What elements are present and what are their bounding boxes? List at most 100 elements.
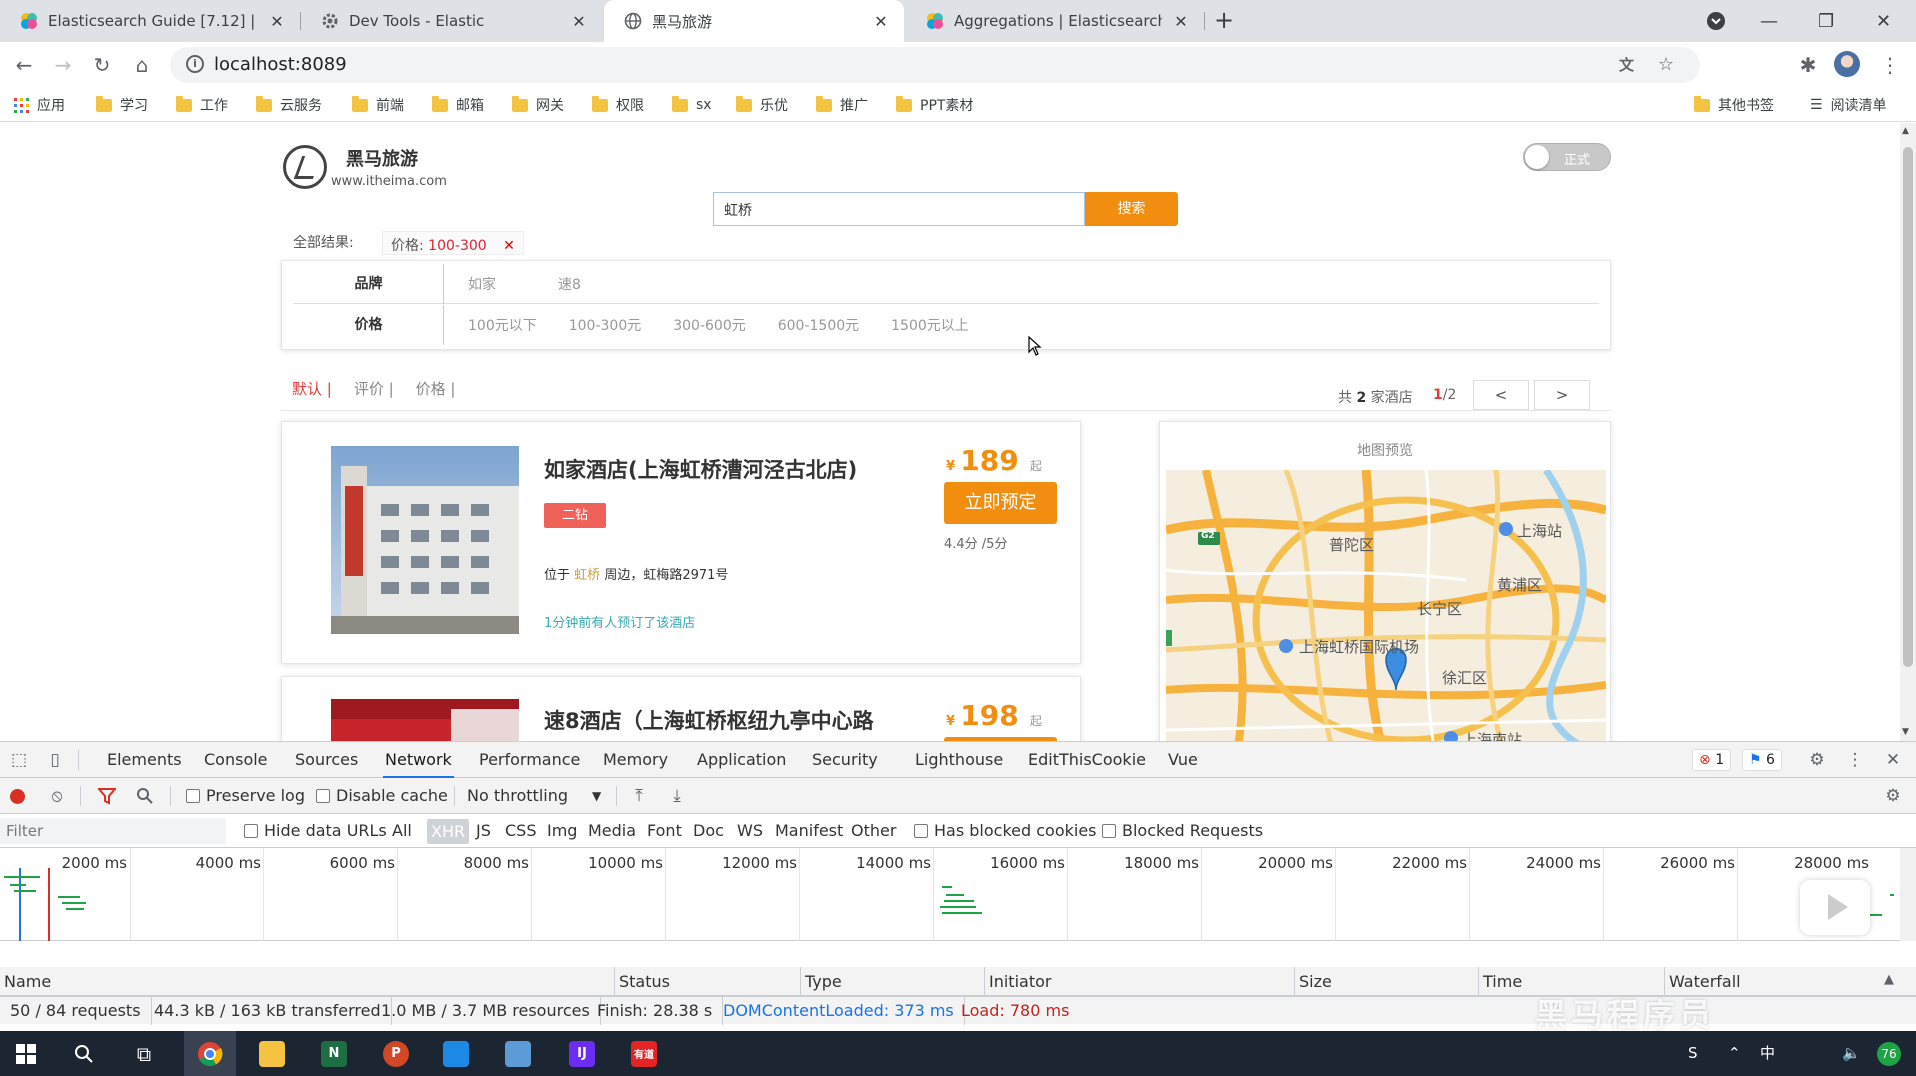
chrome-icon[interactable]	[184, 1031, 236, 1076]
bookmark-other[interactable]: 其他书签	[1694, 88, 1774, 122]
col-initiator[interactable]: Initiator	[984, 967, 1294, 996]
windows-start-icon[interactable]	[0, 1031, 52, 1076]
bookmark-folder[interactable]: 权限	[592, 88, 644, 122]
preserve-log-checkbox[interactable]: Preserve log	[186, 778, 305, 814]
bookmark-folder[interactable]: 邮箱	[432, 88, 484, 122]
import-har-icon[interactable]: ⤒	[624, 778, 654, 814]
page-scrollbar[interactable]: ▲ ▼	[1900, 123, 1916, 741]
type-filter-ws[interactable]: WS	[737, 814, 763, 848]
col-status[interactable]: Status	[614, 967, 800, 996]
video-play-icon[interactable]	[1800, 880, 1870, 935]
tab-close-icon[interactable]: ✕	[570, 12, 588, 31]
home-icon[interactable]: ⌂	[124, 42, 160, 88]
col-type[interactable]: Type	[800, 967, 984, 996]
tab-close-icon[interactable]: ✕	[268, 12, 286, 31]
forward-arrow-icon[interactable]: →	[45, 42, 81, 88]
blocked-requests-checkbox[interactable]: Blocked Requests	[1102, 814, 1263, 848]
type-filter-media[interactable]: Media	[588, 814, 636, 848]
clear-icon[interactable]: ⦸	[42, 778, 72, 814]
ime-indicator[interactable]: 中	[1760, 1031, 1775, 1076]
bookmark-folder[interactable]: 学习	[96, 88, 148, 122]
bookmark-folder[interactable]: 工作	[176, 88, 228, 122]
bookmark-folder[interactable]: PPT素材	[896, 88, 973, 122]
bookmark-folder[interactable]: 前端	[352, 88, 404, 122]
maximize-icon[interactable]: ❐	[1818, 0, 1848, 42]
filter-option[interactable]: 1500元以上	[891, 315, 969, 335]
col-name[interactable]: Name	[0, 967, 614, 996]
devtools-tab-security[interactable]: Security	[812, 742, 878, 778]
col-size[interactable]: Size	[1294, 967, 1478, 996]
translate-icon[interactable]: 文	[1619, 54, 1634, 75]
browser-tab-elastic-guide[interactable]: Elasticsearch Guide [7.12] | Ela ✕	[0, 0, 300, 42]
error-count-badge[interactable]: ⊗ 1	[1692, 749, 1732, 771]
devtools-tab-editthiscookie[interactable]: EditThisCookie	[1028, 742, 1146, 778]
devtools-close-icon[interactable]: ✕	[1878, 742, 1908, 778]
tray-app-icon[interactable]: S	[1688, 1031, 1698, 1076]
sort-price[interactable]: 价格 |	[416, 378, 456, 399]
hotel-name[interactable]: 如家酒店(上海虹桥漕河泾古北店)	[544, 454, 857, 484]
search-input[interactable]: 虹桥	[713, 192, 1085, 226]
powerpoint-icon[interactable]: P	[370, 1031, 422, 1076]
scroll-thumb[interactable]	[1903, 147, 1913, 667]
hotel-name[interactable]: 速8酒店（上海虹桥枢纽九亭中心路	[544, 705, 874, 735]
type-filter-doc[interactable]: Doc	[693, 814, 724, 848]
notification-badge[interactable]: 76	[1877, 1042, 1901, 1066]
tray-chevron-icon[interactable]: ⌃	[1728, 1031, 1741, 1076]
tab-close-icon[interactable]: ✕	[1172, 12, 1190, 31]
bookmark-star-icon[interactable]: ☆	[1658, 54, 1674, 75]
next-page-button[interactable]: >	[1534, 380, 1590, 410]
file-explorer-icon[interactable]	[246, 1031, 298, 1076]
youdao-icon[interactable]: 有道	[618, 1031, 670, 1076]
message-count-badge[interactable]: ⚑ 6	[1742, 749, 1782, 771]
type-filter-css[interactable]: CSS	[505, 814, 536, 848]
bookmark-apps[interactable]: 应用	[14, 88, 65, 122]
network-overview-timeline[interactable]: 2000 ms 4000 ms 6000 ms 8000 ms 10000 ms…	[0, 848, 1900, 941]
vm-app-icon[interactable]	[430, 1031, 482, 1076]
export-har-icon[interactable]: ⤓	[662, 778, 692, 814]
filter-option[interactable]: 100-300元	[569, 315, 642, 335]
search-icon[interactable]	[130, 778, 160, 814]
type-filter-other[interactable]: Other	[851, 814, 896, 848]
devtools-tab-memory[interactable]: Memory	[603, 742, 668, 778]
filter-option[interactable]: 如家	[468, 274, 496, 294]
intellij-icon[interactable]: IJ	[556, 1031, 608, 1076]
devtools-tab-vue[interactable]: Vue	[1168, 742, 1198, 778]
tab-close-icon[interactable]: ✕	[872, 12, 890, 31]
devtools-tab-sources[interactable]: Sources	[295, 742, 358, 778]
devtools-tab-application[interactable]: Application	[697, 742, 786, 778]
network-settings-gear-icon[interactable]: ⚙	[1878, 778, 1908, 814]
has-blocked-cookies-checkbox[interactable]: Has blocked cookies	[914, 814, 1097, 848]
search-button[interactable]: 搜索	[1085, 192, 1178, 226]
type-filter-font[interactable]: Font	[647, 814, 682, 848]
browser-tab-dev-tools[interactable]: Dev Tools - Elastic ✕	[301, 0, 602, 42]
chip-remove-icon[interactable]: ✕	[503, 238, 515, 254]
devtools-tab-network[interactable]: Network	[383, 742, 454, 778]
bookmark-folder[interactable]: 推广	[816, 88, 868, 122]
devtools-tab-console[interactable]: Console	[204, 742, 268, 778]
reading-list[interactable]: ☰ 阅读清单	[1810, 88, 1887, 122]
device-toolbar-icon[interactable]: ▯	[40, 742, 70, 778]
disable-cache-checkbox[interactable]: Disable cache	[316, 778, 448, 814]
throttling-select[interactable]: No throttling ▼	[467, 778, 601, 814]
timeline-scrollbar[interactable]	[1900, 848, 1916, 941]
tab-search-chevron-icon[interactable]	[1706, 0, 1732, 42]
remote-desktop-icon[interactable]	[492, 1031, 544, 1076]
reload-icon[interactable]: ↻	[84, 42, 120, 88]
sort-rating[interactable]: 评价 |	[354, 378, 394, 399]
settings-gear-icon[interactable]: ⚙	[1802, 742, 1832, 778]
type-filter-xhr[interactable]: XHR	[427, 819, 470, 844]
book-now-button[interactable]: 立即预定	[944, 482, 1057, 524]
bookmark-folder[interactable]: 云服务	[256, 88, 322, 122]
map-view[interactable]: 上海站 普陀区 黄浦区 长宁区 上海虹桥国际机场 徐汇区 上海南站 G2	[1166, 470, 1606, 741]
bookmark-folder[interactable]: 乐优	[736, 88, 788, 122]
filter-input[interactable]: Filter	[0, 818, 226, 844]
volume-icon[interactable]: 🔈	[1842, 1031, 1861, 1076]
hide-data-urls-checkbox[interactable]: Hide data URLs	[244, 814, 387, 848]
browser-tab-aggregations[interactable]: Aggregations | Elasticsearch G ✕	[906, 0, 1204, 42]
scroll-down-arrow-icon[interactable]: ▼	[1902, 727, 1909, 737]
minimize-icon[interactable]: —	[1760, 0, 1790, 42]
type-filter-all[interactable]: All	[392, 814, 412, 848]
type-filter-manifest[interactable]: Manifest	[775, 814, 843, 848]
devtools-tab-performance[interactable]: Performance	[479, 742, 580, 778]
inspect-element-icon[interactable]: ⬚	[4, 742, 34, 778]
